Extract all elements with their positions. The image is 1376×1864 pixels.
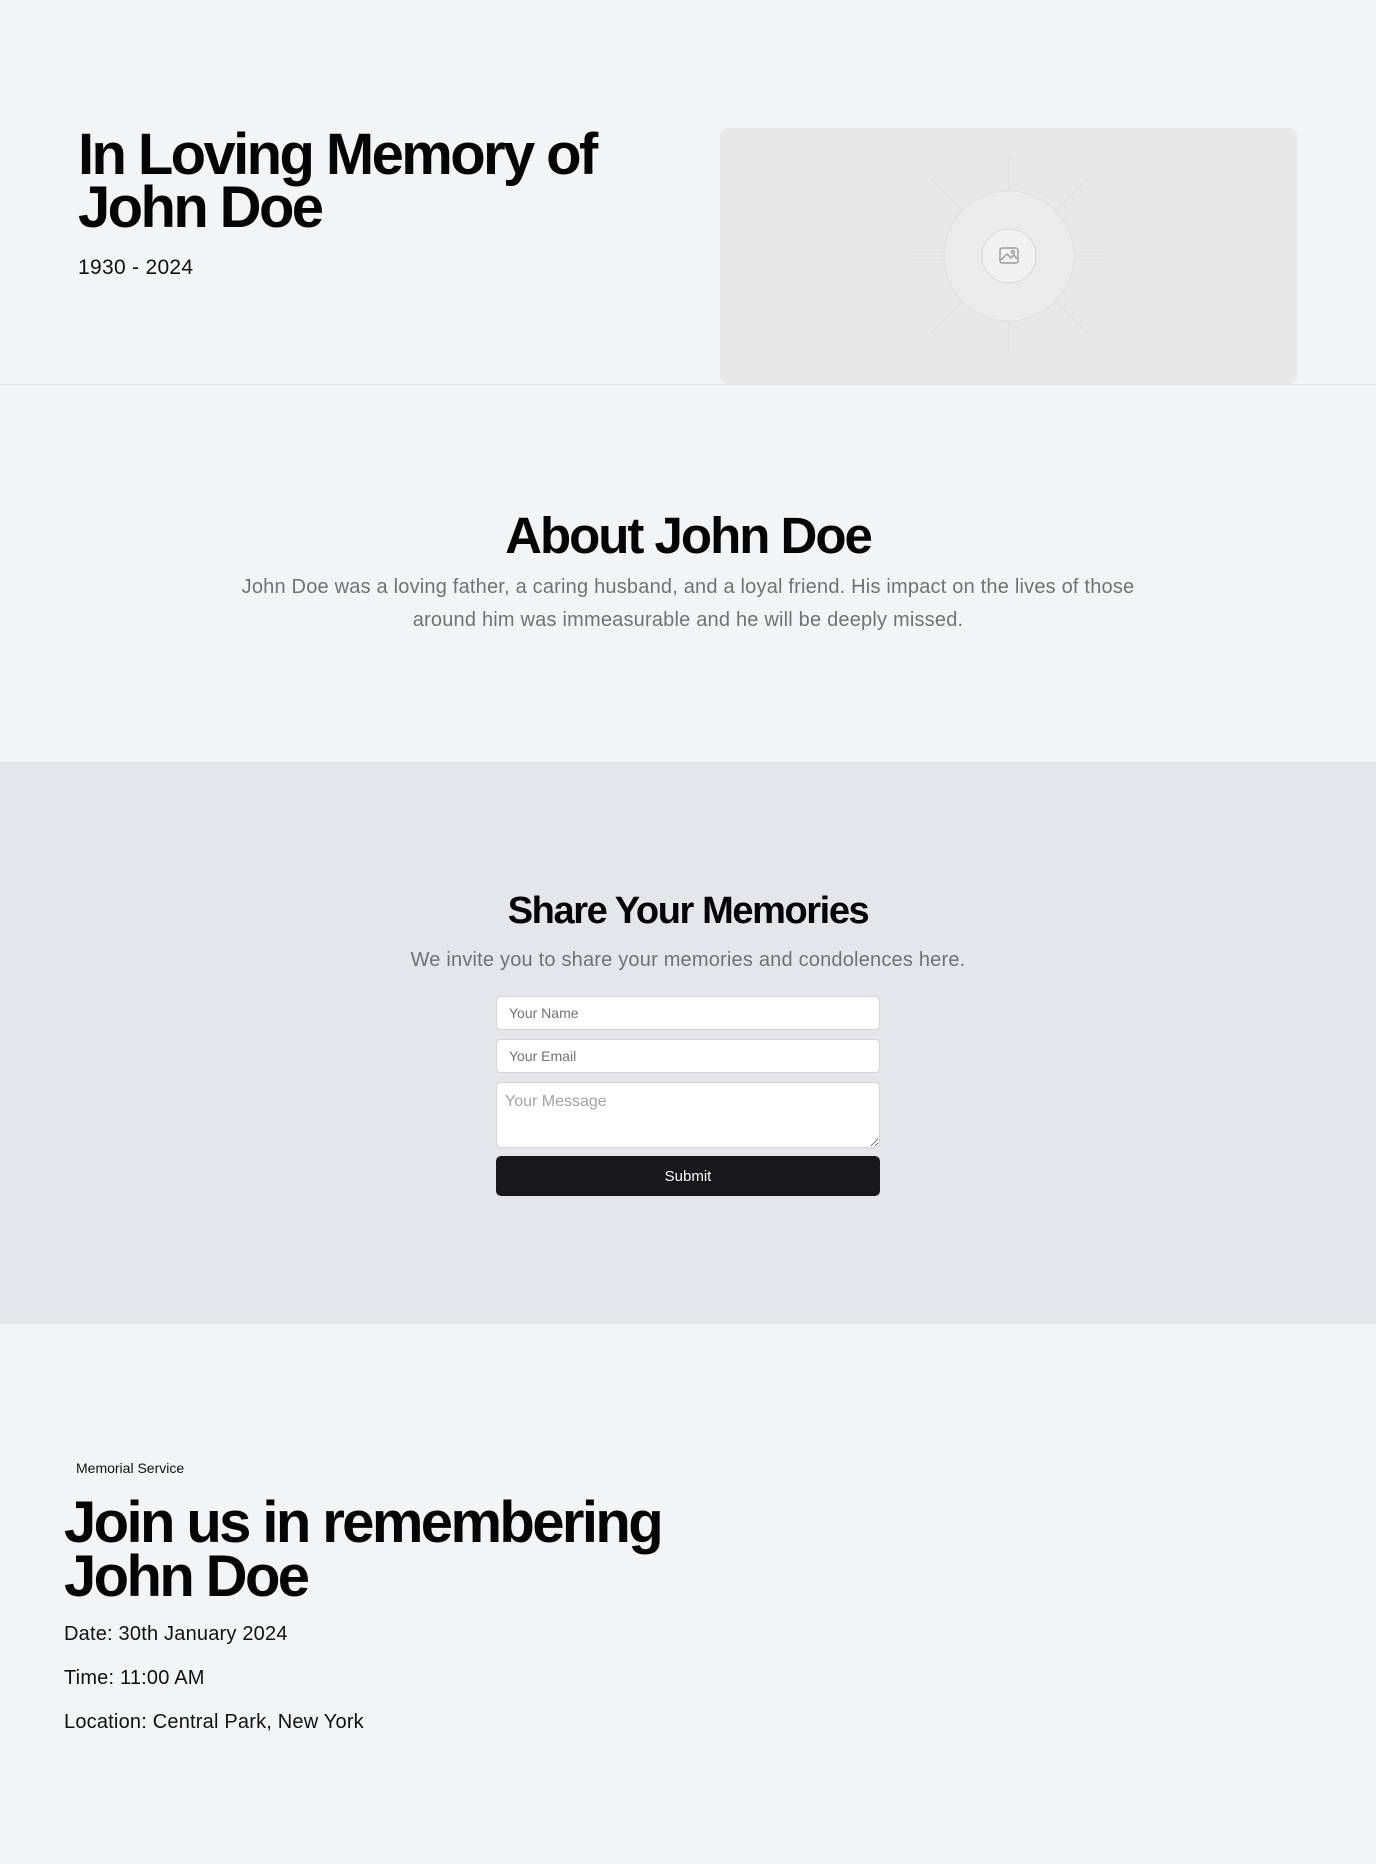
memories-title: Share Your Memories (507, 890, 870, 932)
service-details: Date: 30th January 2024 Time: 11:00 AM L… (64, 1622, 364, 1734)
about-section: About John Doe John Doe was a loving fat… (0, 386, 1376, 762)
hero-text-block: In Loving Memory of John Doe 1930 - 2024 (78, 122, 638, 280)
submit-button[interactable]: Submit (496, 1156, 880, 1196)
email-input[interactable] (496, 1039, 880, 1073)
about-title: About John Doe (505, 507, 873, 564)
service-section: Memorial Service Join us in remembering … (0, 1324, 1376, 1864)
name-input[interactable] (496, 996, 880, 1030)
memories-section: Share Your Memories We invite you to sha… (0, 762, 1376, 1324)
service-badge: Memorial Service (76, 1460, 185, 1476)
hero-image-placeholder (720, 128, 1297, 384)
hero-section: In Loving Memory of John Doe 1930 - 2024 (0, 0, 1376, 385)
about-text: John Doe was a loving father, a caring h… (241, 576, 1135, 631)
service-time: Time: 11:00 AM (64, 1667, 205, 1689)
service-date: Date: 30th January 2024 (64, 1623, 288, 1645)
hero-dates: 1930 - 2024 (78, 256, 194, 279)
memories-form: Submit (496, 996, 880, 1196)
memories-subtitle: We invite you to share your memories and… (410, 949, 966, 971)
image-placeholder-icon (910, 158, 1108, 353)
service-location: Location: Central Park, New York (64, 1711, 364, 1733)
message-textarea[interactable] (496, 1082, 880, 1148)
hero-title: In Loving Memory of John Doe (78, 122, 598, 240)
service-title: Join us in remembering John Doe (64, 1490, 664, 1609)
